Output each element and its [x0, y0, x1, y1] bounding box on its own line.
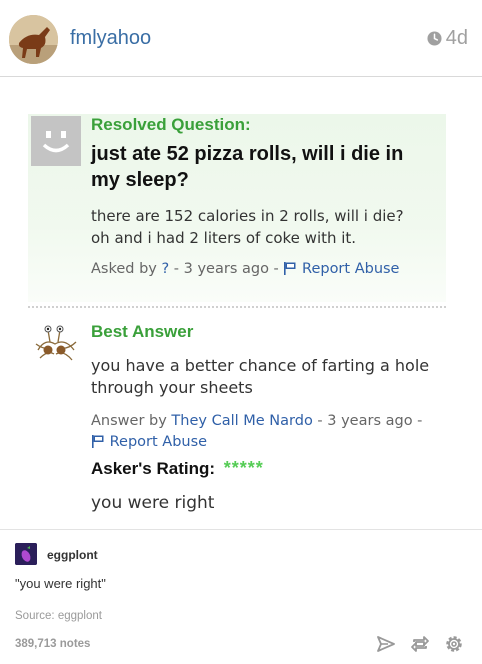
post-caption: "you were right" — [15, 576, 106, 591]
clock-icon — [427, 31, 442, 46]
answer-by-prefix: Answer by — [91, 413, 167, 429]
post-timestamp: 4d — [427, 27, 468, 50]
spaghetti-monster-icon — [35, 325, 77, 361]
eggplant-icon — [15, 543, 37, 565]
source-link[interactable]: Source: eggplont — [15, 610, 102, 622]
answer-meta: Answer by They Call Me Nardo - 3 years a… — [91, 411, 441, 453]
resolved-question-label: Resolved Question: — [91, 115, 251, 134]
answer-time: - 3 years ago - — [317, 413, 423, 429]
gear-icon[interactable] — [444, 634, 464, 654]
best-answer-label: Best Answer — [91, 322, 194, 341]
post-actions — [376, 634, 464, 654]
answerer-link: They Call Me Nardo — [171, 413, 313, 429]
time-ago: 4d — [445, 27, 468, 49]
flag-icon — [284, 262, 296, 275]
question-body: there are 152 calories in 2 rolls, will … — [91, 205, 431, 249]
notes-count[interactable]: 389,713 notes — [15, 638, 90, 650]
source-avatar[interactable] — [15, 543, 37, 565]
rating-label: Asker's Rating: — [91, 459, 216, 478]
question-body-line: oh and i had 2 liters of coke with it. — [91, 229, 357, 247]
horse-avatar-image — [9, 15, 58, 64]
question-body-line: there are 152 calories in 2 rolls, will … — [91, 207, 404, 225]
asker-rating: Asker's Rating: ***** — [91, 458, 264, 479]
reblog-icon[interactable] — [410, 634, 430, 654]
asker-reply: you were right — [91, 493, 215, 513]
section-divider — [28, 306, 446, 308]
asked-by-prefix: Asked by — [91, 261, 157, 277]
source-username-link[interactable]: eggplont — [47, 548, 98, 562]
answer-avatar — [30, 320, 80, 370]
report-abuse-link: Report Abuse — [302, 261, 400, 277]
rating-stars: ***** — [223, 458, 264, 478]
caption-divider — [0, 529, 482, 530]
post-header: fmlyahoo 4d — [0, 0, 482, 77]
send-icon[interactable] — [376, 634, 396, 654]
username-link[interactable]: fmlyahoo — [70, 27, 151, 50]
default-face-icon — [31, 116, 81, 166]
question-meta: Asked by ? - 3 years ago - Report Abuse — [91, 261, 399, 277]
avatar[interactable] — [9, 15, 58, 64]
flag-icon — [92, 435, 104, 448]
answer-body: you have a better chance of farting a ho… — [91, 356, 430, 397]
question-title: just ate 52 pizza rolls, will i die in m… — [91, 143, 404, 191]
question-avatar — [31, 116, 81, 166]
yahoo-answers-screenshot: Resolved Question: just ate 52 pizza rol… — [28, 110, 448, 520]
report-abuse-link: Report Abuse — [109, 434, 208, 450]
asked-time: - 3 years ago - — [173, 261, 279, 277]
asker-link: ? — [161, 261, 170, 277]
